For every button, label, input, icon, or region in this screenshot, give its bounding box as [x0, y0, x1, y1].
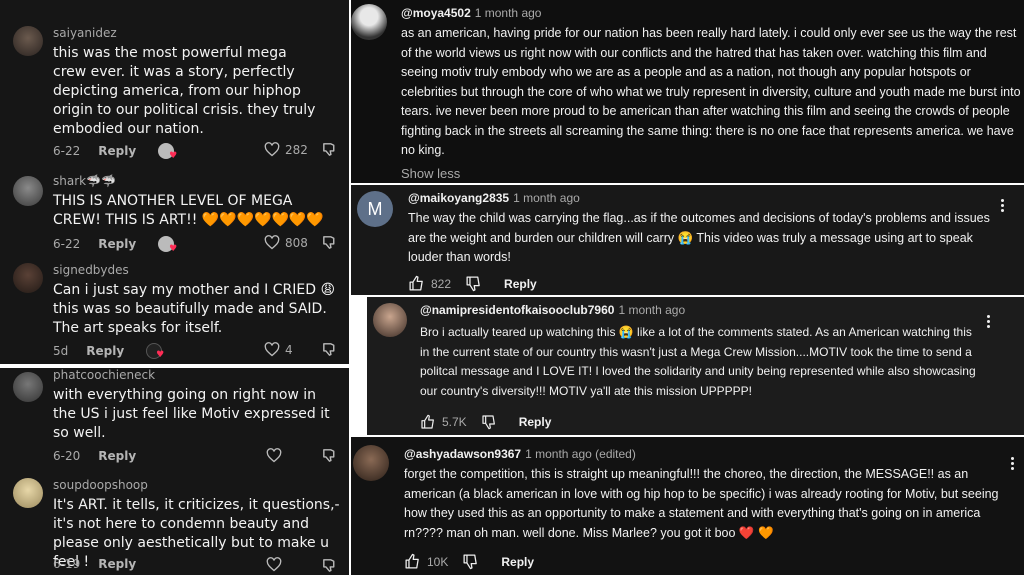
youtube-comment-card: @moya4502 1 month ago as an american, hav…: [351, 0, 1024, 183]
comment-text: The way the child was carrying the flag.…: [408, 211, 990, 264]
like-count: 10K: [427, 554, 449, 569]
comment-handle[interactable]: @namipresidentofkaisooclub7960 1 month ag…: [420, 303, 685, 317]
like-count: 822: [431, 276, 452, 291]
avatar[interactable]: [13, 478, 43, 508]
like-count: 808: [285, 235, 308, 250]
avatar[interactable]: [13, 263, 43, 293]
heart-icon[interactable]: [264, 235, 280, 250]
reply-button[interactable]: Reply: [519, 415, 552, 429]
like-count: 4: [285, 342, 293, 357]
reply-button[interactable]: Reply: [86, 344, 124, 358]
heart-icon[interactable]: [266, 557, 282, 572]
dislike-icon[interactable]: [321, 447, 338, 464]
dislike-icon[interactable]: [321, 234, 338, 251]
comment-date: 6-19: [53, 557, 81, 571]
reply-button[interactable]: Reply: [501, 555, 534, 569]
comment-date: 5d: [53, 344, 69, 358]
comment-actions: 10K Reply: [404, 553, 534, 570]
comment-time: 1 month ago: [474, 6, 542, 20]
comment-date: 6-22: [53, 144, 81, 158]
comment-handle[interactable]: @maikoyang2835 1 month ago: [408, 191, 580, 205]
comment-meta: 6-19 Reply: [53, 557, 136, 571]
avatar[interactable]: [351, 4, 387, 40]
avatar[interactable]: [13, 176, 43, 206]
comment-text: forget the competition, this is straight…: [404, 467, 999, 540]
comment-date: 6-22: [53, 237, 81, 251]
heart-icon[interactable]: [264, 142, 280, 157]
avatar[interactable]: [353, 445, 389, 481]
like-count: 282: [285, 142, 308, 157]
comment-username[interactable]: signedbydes: [53, 263, 129, 277]
handle-text[interactable]: @namipresidentofkaisooclub7960: [420, 303, 614, 317]
youtube-comment-card: M @maikoyang2835 1 month ago The way the …: [351, 185, 1024, 295]
dislike-icon[interactable]: [321, 557, 338, 574]
dislike-icon[interactable]: [321, 141, 338, 158]
thumbs-up-icon[interactable]: [404, 553, 421, 570]
like-control[interactable]: 282: [264, 142, 308, 157]
youtube-comment-card: @ashyadawson9367 1 month ago (edited) for…: [351, 437, 1024, 575]
reply-button[interactable]: Reply: [504, 277, 537, 291]
creator-liked-avatar-icon: ♥: [158, 143, 177, 161]
like-control[interactable]: 808: [264, 235, 308, 250]
comment-time: 1 month ago (edited): [525, 447, 636, 461]
comment-handle[interactable]: @moya4502 1 month ago: [401, 6, 541, 20]
comment-meta: 5d Reply ♥: [53, 343, 164, 360]
heart-icon[interactable]: [264, 342, 280, 357]
comment-time: 1 month ago: [618, 303, 686, 317]
like-count: 5.7K: [442, 415, 467, 429]
comment-handle[interactable]: @ashyadawson9367 1 month ago (edited): [404, 447, 636, 461]
avatar[interactable]: M: [357, 191, 393, 227]
comment-text: THIS IS ANOTHER LEVEL OF MEGA CREW! THIS…: [53, 193, 324, 228]
comment-actions: 5.7K Reply: [420, 414, 551, 430]
comment-time: 1 month ago: [513, 191, 580, 205]
tiktok-comments-panel: saiyanidez this was the most powerful me…: [0, 0, 349, 575]
comment-text: with everything going on right now in th…: [53, 387, 330, 441]
creator-liked-avatar-icon: ♥: [158, 236, 177, 254]
comment-meta: 6-22 Reply ♥: [53, 236, 177, 254]
comment-text: this was the most powerful mega crew eve…: [53, 45, 316, 137]
comment-username[interactable]: shark🦈🦈: [53, 174, 116, 188]
reply-button[interactable]: Reply: [98, 557, 136, 571]
more-options-icon[interactable]: [1001, 197, 1005, 214]
comment-username[interactable]: saiyanidez: [53, 26, 117, 40]
handle-text[interactable]: @moya4502: [401, 6, 471, 20]
creator-liked-avatar-icon: ♥: [146, 343, 164, 360]
comment-meta: 6-22 Reply ♥: [53, 143, 177, 161]
avatar-letter: M: [367, 198, 383, 219]
comment-username[interactable]: soupdoopshoop: [53, 478, 148, 492]
avatar[interactable]: [13, 372, 43, 402]
thumbs-down-icon[interactable]: [481, 414, 497, 430]
more-options-icon[interactable]: [1011, 455, 1015, 472]
avatar[interactable]: [373, 303, 407, 337]
thumbs-down-icon[interactable]: [465, 275, 482, 292]
show-less-button[interactable]: Show less: [401, 166, 460, 181]
reply-button[interactable]: Reply: [98, 449, 136, 463]
comment-text: Can i just say my mother and I CRIED 😩 t…: [53, 282, 336, 336]
reply-button[interactable]: Reply: [98, 144, 136, 158]
handle-text[interactable]: @maikoyang2835: [408, 191, 509, 205]
avatar[interactable]: [13, 26, 43, 56]
like-control[interactable]: 4: [264, 342, 293, 357]
reply-button[interactable]: Reply: [98, 237, 136, 251]
comment-date: 6-20: [53, 449, 81, 463]
comment-actions: 822 Reply: [408, 275, 537, 292]
comment-text: Bro i actually teared up watching this 😭…: [420, 325, 976, 398]
comment-username[interactable]: phatcoochieneck: [53, 368, 155, 382]
youtube-comment-card: @namipresidentofkaisooclub7960 1 month ag…: [367, 297, 1024, 435]
heart-icon[interactable]: [266, 448, 282, 463]
thumbs-up-icon[interactable]: [408, 275, 425, 292]
comment-meta: 6-20 Reply: [53, 449, 136, 463]
handle-text[interactable]: @ashyadawson9367: [404, 447, 521, 461]
thumbs-down-icon[interactable]: [462, 553, 479, 570]
thumbs-up-icon[interactable]: [420, 414, 436, 430]
dislike-icon[interactable]: [321, 341, 338, 358]
comment-text: as an american, having pride for our nat…: [401, 26, 1021, 157]
more-options-icon[interactable]: [987, 313, 991, 330]
